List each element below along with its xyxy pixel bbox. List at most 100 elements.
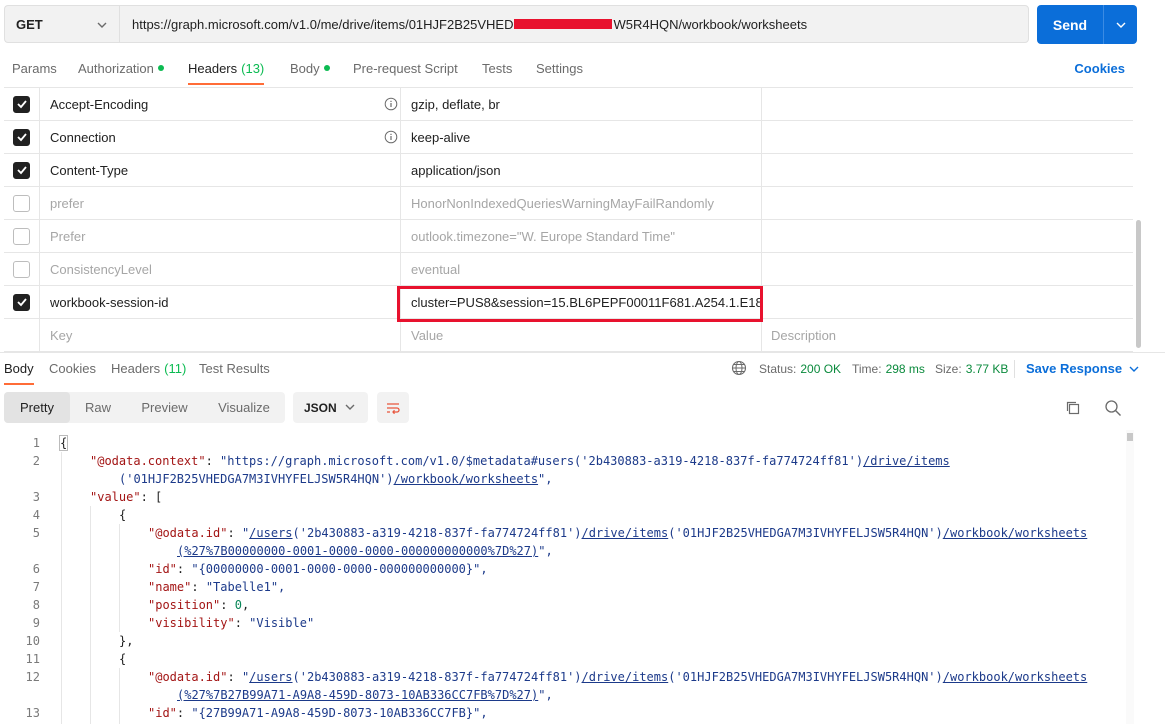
check-icon [16,133,27,142]
json-string: "https://graph.microsoft.com/v1.0/$metad… [220,454,864,468]
new-header-description-input[interactable]: Description [771,319,836,351]
save-response-button[interactable]: Save Response [1026,353,1140,384]
brace: { [58,435,69,451]
format-select[interactable]: JSON [293,392,368,423]
colon: : [220,598,235,612]
send-button[interactable]: Send [1037,5,1104,44]
url-input[interactable]: https://graph.microsoft.com/v1.0/me/driv… [119,5,1029,43]
wrap-lines-button[interactable] [377,392,409,423]
header-key[interactable]: ConsistencyLevel [50,253,152,285]
code-line-wrap: (%27%7B27B99A71-A9A8-459D-8073-10AB336CC… [0,686,1128,704]
search-icon[interactable] [1104,399,1122,417]
header-value[interactable]: keep-alive [400,121,762,153]
header-value[interactable]: outlook.timezone="W. Europe Standard Tim… [400,220,762,252]
view-preview-button[interactable]: Preview [126,392,203,423]
response-tab-test-results[interactable]: Test Results [199,353,270,384]
globe-icon[interactable] [731,360,748,377]
header-key[interactable]: workbook-session-id [50,286,169,318]
response-code-editor[interactable]: 1{ 2 "@odata.context": "https://graph.mic… [0,434,1128,724]
method-select[interactable]: GET [4,5,119,43]
code-text: "value": [ [90,488,162,506]
colon: : [191,580,206,594]
tab-authorization[interactable]: Authorization [78,53,164,83]
json-link[interactable]: (%27%7B27B99A71-A9A8-459D-8073-10AB336CC… [177,688,538,702]
json-link[interactable]: /drive/items [582,670,669,684]
json-string: "{00000000-0001-0000-0000-000000000000}"… [191,562,488,576]
time-indicator[interactable]: Time: 298 ms [852,353,925,384]
size-indicator[interactable]: Size: 3.77 KB [935,353,1008,384]
tab-body[interactable]: Body [290,53,330,83]
header-key[interactable]: Content-Type [50,154,128,186]
json-link[interactable]: /workbook/worksheets [943,526,1088,540]
check-icon [16,166,27,175]
tab-params[interactable]: Params [12,53,57,83]
new-header-value-input[interactable]: Value [400,319,762,351]
json-string: "Visible" [249,616,315,630]
status-dot [157,65,164,71]
method-label: GET [16,16,43,32]
header-key[interactable]: Prefer [50,220,85,252]
brace: { [119,652,127,666]
redaction-mark [514,19,613,29]
status-indicator[interactable]: Status: 200 OK [759,353,841,384]
header-checkbox[interactable] [13,260,30,278]
header-value[interactable]: application/json [400,154,762,186]
tab-tests[interactable]: Tests [482,53,512,83]
json-link[interactable]: /drive/items [863,454,950,468]
code-line: 2 "@odata.context": "https://graph.micros… [0,452,1128,470]
view-raw-button[interactable]: Raw [70,392,126,423]
send-options-button[interactable] [1104,5,1137,44]
header-checkbox[interactable] [13,293,30,311]
response-tab-body[interactable]: Body [4,353,34,385]
header-checkbox-cell [4,286,40,318]
tab-authorization-label: Authorization [78,60,154,76]
new-header-key-input[interactable]: Key [50,319,72,351]
header-value[interactable]: HonorNonIndexedQueriesWarningMayFailRand… [400,187,762,219]
json-link[interactable]: /users [249,526,292,540]
request-tabs: Params Authorization Headers (13) Body Pr… [0,53,1165,85]
line-number: 1 [32,436,40,450]
header-checkbox[interactable] [13,161,30,179]
code-line: 1{ [0,434,1128,452]
view-visualize-button[interactable]: Visualize [203,392,285,423]
header-checkbox[interactable] [13,194,30,212]
header-value[interactable]: eventual [400,253,762,285]
view-pretty-button[interactable]: Pretty [4,392,70,423]
header-key[interactable]: Accept-Encoding [50,88,148,120]
header-key[interactable]: Connection [50,121,116,153]
divider [1014,360,1015,378]
json-link[interactable]: /users [249,670,292,684]
header-checkbox[interactable] [13,128,30,146]
header-checkbox-cell [4,88,40,120]
tab-headers-label: Headers [188,60,238,76]
json-link[interactable]: /workbook/worksheets [943,670,1088,684]
line-number: 12 [25,670,40,684]
json-link[interactable]: /drive/items [582,526,669,540]
code-scrollbar-thumb[interactable] [1127,433,1133,441]
tab-headers[interactable]: Headers (13) [188,53,265,85]
code-line: 6 "id": "{00000000-0001-0000-0000-0000000… [0,560,1128,578]
code-line: 3 "value": [ [0,488,1128,506]
header-value[interactable]: gzip, deflate, br [400,88,762,120]
header-value[interactable]: cluster=PUS8&session=15.BL6PEPF00011F681… [400,286,762,318]
tab-prerequest-script[interactable]: Pre-request Script [353,53,458,83]
json-string: ", [538,472,553,486]
info-icon[interactable] [384,97,398,111]
code-scrollbar[interactable] [1126,430,1134,724]
tab-settings[interactable]: Settings [536,53,583,83]
copy-icon[interactable] [1064,399,1082,417]
response-tab-headers[interactable]: Headers (11) [111,353,186,384]
info-icon[interactable] [384,130,398,144]
header-checkbox-cell [4,253,40,285]
headers-scrollbar[interactable] [1136,220,1141,348]
header-key[interactable]: prefer [50,187,84,219]
line-number: 4 [32,508,40,522]
header-checkbox[interactable] [13,227,30,245]
status-dot [323,65,330,71]
header-checkbox[interactable] [13,95,30,113]
code-line: 8 "position": 0, [0,596,1128,614]
response-tab-cookies[interactable]: Cookies [49,353,96,384]
json-link[interactable]: /workbook/worksheets [394,472,539,486]
cookies-link[interactable]: Cookies [1074,53,1125,83]
json-link[interactable]: (%27%7B00000000-0001-0000-0000-000000000… [177,544,538,558]
